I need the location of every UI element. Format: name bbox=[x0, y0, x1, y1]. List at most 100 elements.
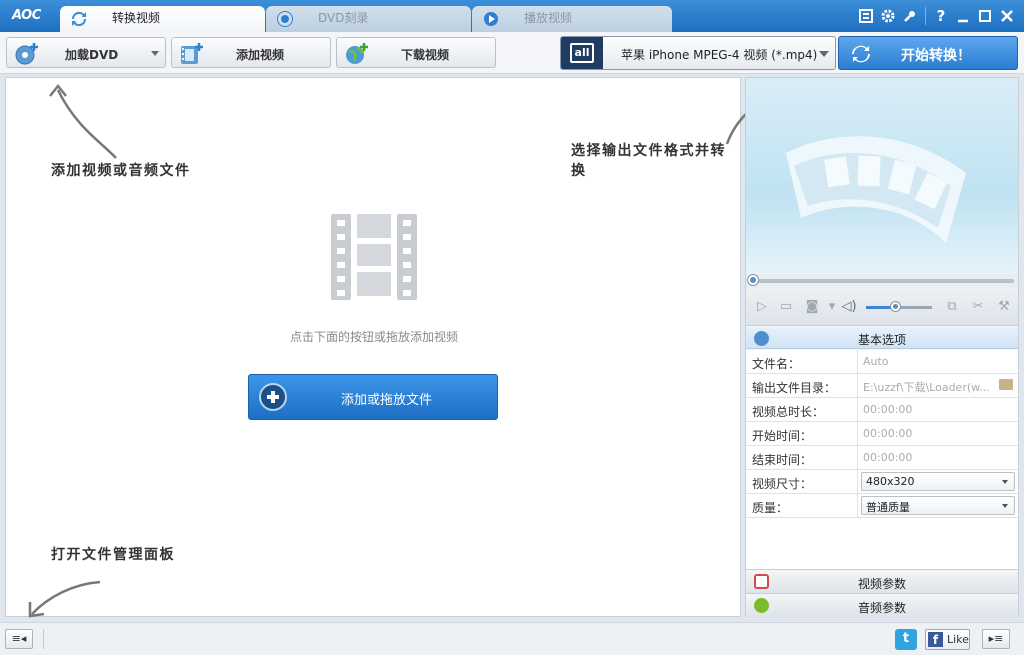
refresh-icon bbox=[71, 11, 87, 27]
table-row: 输出文件目录： E:\uzzf\下载\Loader(w... bbox=[746, 374, 1018, 398]
table-row: 开始时间： 00:00:00 bbox=[746, 422, 1018, 446]
end-time-field[interactable]: 00:00:00 bbox=[863, 451, 912, 464]
table-row: 结束时间： 00:00:00 bbox=[746, 446, 1018, 470]
like-label: Like bbox=[947, 633, 969, 646]
chevron-down-icon[interactable]: ▾ bbox=[824, 300, 840, 314]
field-label: 结束时间： bbox=[752, 453, 813, 467]
title-bar: AOC 转换视频 DVD刻录 播放视频 ? bbox=[0, 0, 1024, 32]
register-icon[interactable] bbox=[855, 6, 877, 26]
globe-add-icon bbox=[345, 42, 368, 64]
add-or-drop-files-button[interactable]: 添加或拖放文件 bbox=[248, 374, 498, 420]
arrow-down-left-icon bbox=[28, 580, 101, 618]
filename-field[interactable]: Auto bbox=[863, 355, 889, 368]
film-reel-illustration bbox=[786, 136, 966, 243]
wrench-icon[interactable]: ⚒ bbox=[996, 300, 1012, 314]
film-strip-icon bbox=[331, 214, 417, 300]
field-label: 质量： bbox=[752, 501, 789, 515]
chevron-down-icon bbox=[1002, 480, 1008, 484]
scissors-icon[interactable]: ✂ bbox=[970, 300, 986, 314]
field-label: 开始时间： bbox=[752, 429, 813, 443]
volume-handle[interactable] bbox=[890, 302, 900, 311]
table-row: 文件名： Auto bbox=[746, 350, 1018, 374]
close-icon[interactable] bbox=[996, 6, 1018, 26]
output-dir-field[interactable]: E:\uzzf\下载\Loader(w... bbox=[863, 379, 990, 395]
film-add-icon bbox=[180, 42, 203, 64]
add-video-button[interactable]: 添加视频 bbox=[171, 37, 331, 68]
output-format-select[interactable]: all 苹果 iPhone MPEG-4 视频 (*.mp4) bbox=[560, 36, 836, 70]
tab-play-video[interactable]: 播放视频 bbox=[472, 6, 672, 32]
seek-bar[interactable] bbox=[746, 274, 1018, 288]
file-panel-toggle-button[interactable]: ≡◂ bbox=[5, 629, 33, 649]
seek-track bbox=[750, 279, 1014, 283]
arrow-up-left-icon bbox=[49, 83, 117, 159]
basic-options-table: 文件名： Auto 输出文件目录： E:\uzzf\下载\Loader(w...… bbox=[746, 350, 1018, 518]
chevron-down-icon bbox=[1002, 504, 1008, 508]
right-panel: ▷ ▭ ◙ ▾ ◁) ⧉ ✂ ⚒ 基本选项 文件名： Auto 输出文件目录： … bbox=[745, 77, 1019, 617]
minimize-icon[interactable] bbox=[952, 6, 974, 26]
folder-icon[interactable] bbox=[999, 379, 1013, 390]
quality-select[interactable]: 普通质量 bbox=[861, 496, 1015, 515]
facebook-like-button[interactable]: f Like bbox=[925, 629, 970, 650]
play-icon[interactable]: ▷ bbox=[754, 300, 770, 314]
field-label: 文件名： bbox=[752, 357, 801, 371]
basic-options-header[interactable]: 基本选项 bbox=[746, 327, 1018, 349]
button-label: 开始转换！ bbox=[901, 48, 971, 64]
start-convert-button[interactable]: 开始转换！ bbox=[838, 36, 1018, 70]
play-icon bbox=[484, 12, 498, 26]
video-preview bbox=[746, 78, 1018, 274]
chevron-down-icon[interactable] bbox=[151, 51, 159, 56]
select-value: 普通质量 bbox=[866, 501, 910, 514]
button-label: 添加视频 bbox=[236, 48, 285, 62]
app-logo: AOC bbox=[12, 8, 41, 23]
select-value: 480x320 bbox=[866, 475, 915, 488]
field-label: 视频尺寸： bbox=[752, 477, 813, 491]
section-title: 视频参数 bbox=[858, 577, 907, 591]
download-video-button[interactable]: 下载视频 bbox=[336, 37, 496, 68]
divider bbox=[925, 7, 926, 25]
stop-icon[interactable]: ▭ bbox=[778, 300, 794, 314]
options-blank-area bbox=[746, 518, 1018, 570]
merge-icon[interactable]: ⧉ bbox=[944, 300, 960, 314]
video-size-select[interactable]: 480x320 bbox=[861, 472, 1015, 491]
duration-value: 00:00:00 bbox=[863, 403, 913, 416]
key-icon[interactable] bbox=[899, 6, 921, 26]
section-title: 基本选项 bbox=[858, 333, 907, 347]
refresh-icon bbox=[851, 45, 871, 67]
all-formats-icon: all bbox=[561, 37, 603, 69]
film-icon bbox=[754, 574, 769, 589]
volume-icon[interactable]: ◁) bbox=[841, 300, 857, 314]
video-params-header[interactable]: 视频参数 bbox=[746, 569, 1018, 593]
drop-hint-text: 点击下面的按钮或拖放添加视频 bbox=[289, 330, 458, 344]
status-bar: ≡◂ t f Like ▸≡ bbox=[0, 622, 1024, 655]
table-row: 视频尺寸： 480x320 bbox=[746, 470, 1018, 494]
hint-select-format: 选择输出文件格式并转换 bbox=[571, 143, 726, 179]
window-controls: ? bbox=[855, 6, 1018, 26]
start-time-field[interactable]: 00:00:00 bbox=[863, 427, 912, 440]
field-label: 视频总时长： bbox=[752, 405, 825, 419]
hint-add-files: 添加视频或音频文件 bbox=[51, 163, 191, 179]
load-dvd-button[interactable]: 加载DVD bbox=[6, 37, 166, 68]
format-value: 苹果 iPhone MPEG-4 视频 (*.mp4) bbox=[621, 48, 818, 62]
help-button[interactable]: ? bbox=[930, 6, 952, 26]
plus-icon bbox=[259, 383, 287, 411]
table-row: 视频总时长： 00:00:00 bbox=[746, 398, 1018, 422]
options-icon bbox=[754, 331, 769, 346]
tab-label: 转换视频 bbox=[112, 11, 161, 25]
hint-open-file-panel: 打开文件管理面板 bbox=[51, 547, 175, 563]
tab-label: 播放视频 bbox=[524, 11, 573, 25]
speaker-icon bbox=[754, 598, 769, 613]
snapshot-icon[interactable]: ◙ bbox=[804, 300, 820, 314]
facebook-icon: f bbox=[928, 632, 943, 647]
field-label: 输出文件目录： bbox=[752, 381, 837, 395]
right-panel-toggle-button[interactable]: ▸≡ bbox=[982, 629, 1010, 649]
toolbar: 加载DVD 添加视频 下载视频 all 苹果 iPhone MPEG-4 视频 … bbox=[0, 32, 1024, 74]
settings-gear-icon[interactable] bbox=[877, 6, 899, 26]
audio-params-header[interactable]: 音频参数 bbox=[746, 593, 1018, 617]
file-drop-area[interactable]: 添加视频或音频文件 选择输出文件格式并转换 点击下面的按钮或拖放添加视频 添加或… bbox=[5, 77, 808, 618]
twitter-icon[interactable]: t bbox=[895, 629, 917, 650]
seek-handle[interactable] bbox=[748, 275, 758, 285]
maximize-icon[interactable] bbox=[974, 6, 996, 26]
table-row: 质量： 普通质量 bbox=[746, 494, 1018, 518]
tab-dvd-burn[interactable]: DVD刻录 bbox=[266, 6, 471, 32]
tab-convert-video[interactable]: 转换视频 bbox=[60, 6, 265, 32]
